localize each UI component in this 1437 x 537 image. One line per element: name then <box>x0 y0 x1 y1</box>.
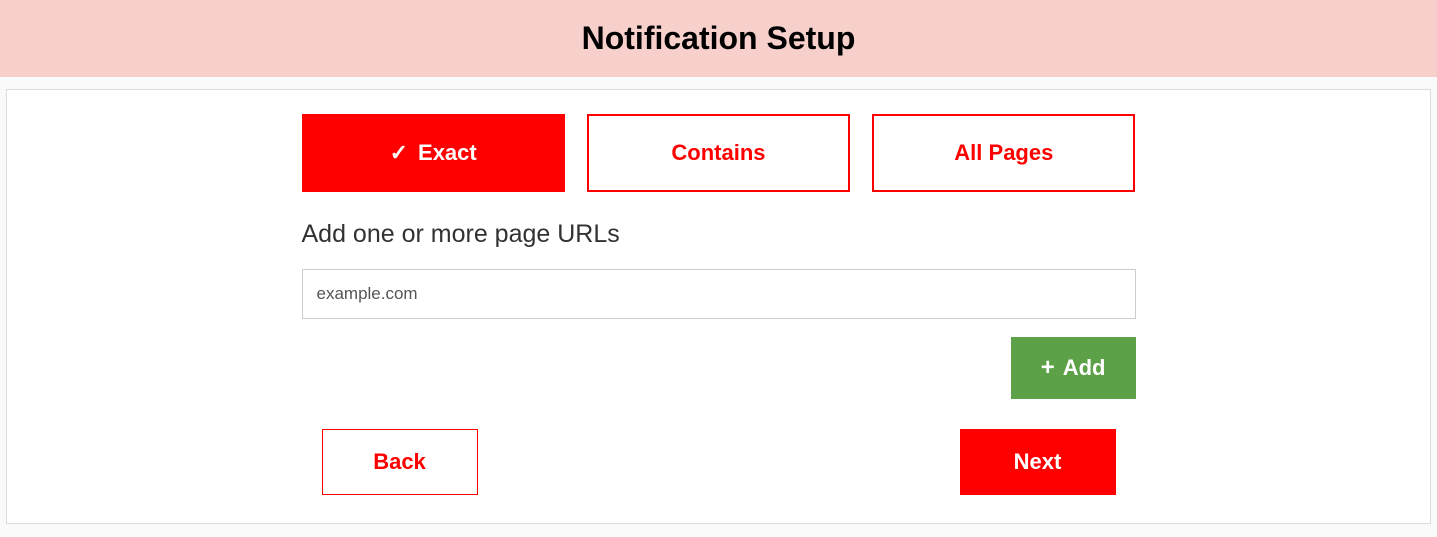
page-title: Notification Setup <box>0 20 1437 57</box>
tab-exact-label: Exact <box>418 140 477 166</box>
tab-contains[interactable]: Contains <box>587 114 850 192</box>
setup-panel: ✓ Exact Contains All Pages Add one or mo… <box>6 89 1431 524</box>
check-icon: ✓ <box>390 140 408 166</box>
url-input-label: Add one or more page URLs <box>302 220 1136 249</box>
tab-all-pages-label: All Pages <box>954 140 1053 166</box>
plus-icon: + <box>1041 354 1055 382</box>
nav-row: Back Next <box>302 429 1136 495</box>
next-button[interactable]: Next <box>960 429 1116 495</box>
url-input[interactable] <box>302 269 1136 319</box>
panel-inner: ✓ Exact Contains All Pages Add one or mo… <box>302 114 1136 495</box>
match-type-tabs: ✓ Exact Contains All Pages <box>302 114 1136 192</box>
add-row: + Add <box>302 337 1136 399</box>
tab-exact[interactable]: ✓ Exact <box>302 114 565 192</box>
add-button-label: Add <box>1063 355 1106 381</box>
tab-contains-label: Contains <box>671 140 765 166</box>
page-header: Notification Setup <box>0 0 1437 77</box>
add-button[interactable]: + Add <box>1011 337 1136 399</box>
back-button[interactable]: Back <box>322 429 478 495</box>
tab-all-pages[interactable]: All Pages <box>872 114 1135 192</box>
